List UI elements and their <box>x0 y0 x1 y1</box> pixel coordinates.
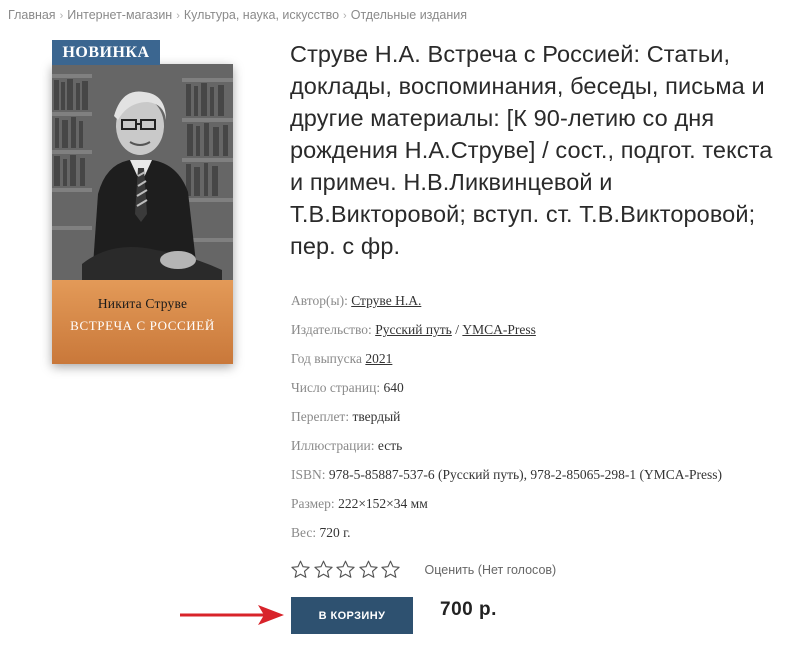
rating-widget: Оценить (Нет голосов) <box>290 559 556 580</box>
prop-isbn: ISBN: 978-5-85887-537-6 (Русский путь), … <box>291 464 722 493</box>
breadcrumb-separator-icon: › <box>59 10 64 22</box>
rating-star-5-icon[interactable] <box>380 559 401 580</box>
rating-star-3-icon[interactable] <box>335 559 356 580</box>
price: 700 р. <box>440 599 497 620</box>
breadcrumb-separator-icon: › <box>176 10 180 22</box>
prop-year: Год выпуска 2021 <box>291 348 722 377</box>
prop-binding: Переплет: твердый <box>291 406 722 435</box>
author-link[interactable]: Струве Н.А. <box>351 293 421 308</box>
breadcrumb-subcategory[interactable]: Отдельные издания <box>351 8 467 22</box>
prop-illustrations: Иллюстрации: есть <box>291 435 722 464</box>
prop-author: Автор(ы): Струве Н.А. <box>291 290 722 319</box>
breadcrumb-category[interactable]: Культура, наука, искусство <box>184 8 339 22</box>
prop-illustrations-value: есть <box>377 438 403 453</box>
prop-year-label: Год выпуска <box>291 351 362 366</box>
breadcrumb-shop[interactable]: Интернет-магазин <box>67 8 172 22</box>
prop-isbn-value: 978-5-85887-537-6 (Русский путь), 978-2-… <box>328 467 722 482</box>
prop-weight-label: Вес: <box>291 525 317 540</box>
prop-isbn-label: ISBN: <box>291 467 326 482</box>
prop-pages: Число страниц: 640 <box>291 377 722 406</box>
rating-star-2-icon[interactable] <box>313 559 334 580</box>
prop-size-value: 222×152×34 мм <box>338 496 428 511</box>
red-arrow-icon <box>180 605 284 625</box>
prop-pages-value: 640 <box>383 380 404 395</box>
new-badge: НОВИНКА <box>52 40 160 65</box>
book-cover-image[interactable]: Никита Струве ВСТРЕЧА С РОССИЕЙ <box>52 64 233 364</box>
book-cover-container: НОВИНКА Никита Струве ВСТРЕЧА С РОССИЕЙ <box>52 40 234 364</box>
product-properties: Автор(ы): Струве Н.А. Издательство: Русс… <box>291 290 722 551</box>
prop-illustrations-label: Иллюстрации: <box>291 438 375 453</box>
prop-weight: Вес: 720 г. <box>291 522 722 551</box>
product-title: Струве Н.А. Встреча с Россией: Статьи, д… <box>290 41 773 259</box>
breadcrumb-home[interactable]: Главная <box>8 8 56 22</box>
cover-title-box: Никита Струве ВСТРЕЧА С РОССИЕЙ <box>52 280 233 364</box>
publisher-divider: / <box>455 322 459 337</box>
prop-pages-label: Число страниц: <box>291 380 381 395</box>
breadcrumb-separator-icon: › <box>343 10 347 22</box>
year-link[interactable]: 2021 <box>365 351 392 366</box>
prop-binding-value: твердый <box>352 409 401 424</box>
rating-label: Оценить (Нет голосов) <box>424 562 557 577</box>
prop-publisher-label: Издательство: <box>291 322 372 337</box>
prop-binding-label: Переплет: <box>291 409 350 424</box>
prop-size: Размер: 222×152×34 мм <box>291 493 722 522</box>
publisher-link-russkiy-put[interactable]: Русский путь <box>375 322 452 337</box>
prop-size-label: Размер: <box>291 496 335 511</box>
prop-weight-value: 720 г. <box>319 525 351 540</box>
rating-star-4-icon[interactable] <box>358 559 379 580</box>
prop-author-label: Автор(ы): <box>291 293 348 308</box>
rating-star-1-icon[interactable] <box>290 559 311 580</box>
add-to-cart-button[interactable]: В КОРЗИНУ <box>291 597 413 634</box>
breadcrumb: Главная › Интернет-магазин › Культура, наука… <box>8 8 467 22</box>
publisher-link-ymca-press[interactable]: YMCA-Press <box>462 322 536 337</box>
prop-publisher: Издательство: Русский путь / YMCA-Press <box>291 319 722 348</box>
cover-author: Никита Струве <box>97 296 188 311</box>
cover-title: ВСТРЕЧА С РОССИЕЙ <box>70 318 215 333</box>
